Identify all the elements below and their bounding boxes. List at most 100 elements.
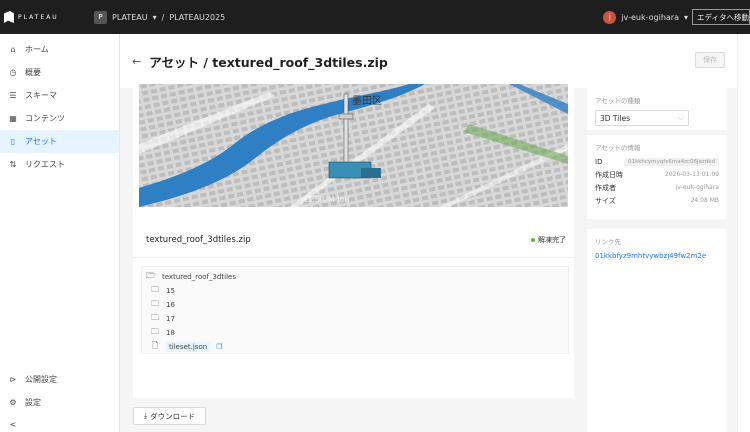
breadcrumb-separator: / [161,12,165,22]
tree-file-label: tileset.json [166,342,211,352]
sidebar-item-label: アセット [25,137,57,146]
tree-folder[interactable]: 🗀 16 [146,298,568,312]
tree-root-label: textured_roof_3dtiles [162,273,236,281]
breadcrumb: PLATEAU ▾ / PLATEAU2025 [112,13,225,22]
info-size-label: サイズ [595,196,616,205]
sidebar-item-settings[interactable]: ⚙ 設定 [0,391,120,414]
sidebar-item-request[interactable]: ⇅ リクエスト [0,153,119,176]
asset-info-card: アセットの情報 ID 01kkhcymyqfx6ma4zc06jazdkd 作成… [587,135,727,219]
copy-icon[interactable]: ❐ [216,343,222,351]
schema-icon: ☰ [9,91,17,100]
right-edge-panel [737,34,750,432]
tree-folder[interactable]: 🗀 15 [146,284,568,298]
info-size-value: 24.08 MB [690,197,719,204]
download-button[interactable]: ⤓ ダウンロード [133,407,206,425]
asset-preview-card: 墨田区 CESIUM ion [133,80,574,244]
linked-item-link[interactable]: 01kkbfyz9mhtvywbzj49fw2m2e [595,252,719,260]
sidebar-item-label: リクエスト [25,160,65,169]
clock-icon: ◷ [9,68,17,77]
info-created-value: 2026-03-13 01:09 [664,171,719,178]
chevron-down-icon: ⌵ [678,113,684,122]
info-creator-value: jv-euk-ogihara [675,184,719,191]
sidebar-item-content[interactable]: ▦ コンテンツ [0,107,119,130]
tree-folder-label: 15 [166,287,175,295]
tower-shape [343,93,349,173]
sidebar-item-label: スキーマ [25,91,57,100]
tree-folder-label: 16 [166,301,175,309]
workspace-selector[interactable]: PLATEAU [112,13,148,22]
gear-icon: ⚙ [9,398,17,407]
back-arrow-icon[interactable]: ← [132,55,141,68]
sidebar-item-home[interactable]: ⌂ ホーム [0,38,119,61]
user-menu[interactable]: j jv-euk-ogihara ▾ [603,10,688,24]
asset-type-value: 3D Tiles [600,113,630,123]
chevron-down-icon[interactable]: ▾ [153,13,157,22]
sidebar-item-label: ホーム [25,45,49,54]
tree-file[interactable]: 🗋 tileset.json ❐ [146,340,568,354]
home-icon: ⌂ [10,45,16,54]
logo-mark-icon [4,11,14,23]
tree-root[interactable]: 🗁 textured_roof_3dtiles [146,270,568,284]
sidebar: ⌂ ホーム ◷ 概要 ☰ スキーマ ▦ コンテンツ ▯ アセット ⇅ リクエスト… [0,34,120,432]
info-created-row: 作成日時 2026-03-13 01:09 [595,168,719,181]
info-created-label: 作成日時 [595,170,623,179]
info-creator-row: 作成者 jv-euk-ogihara [595,181,719,194]
sidebar-item-overview[interactable]: ◷ 概要 [0,61,119,84]
file-icon: 🗋 [151,341,159,350]
tree-folder[interactable]: 🗀 17 [146,312,568,326]
sidebar-item-publish[interactable]: ⊳ 公開設定 [0,368,120,391]
chevron-left-icon: < [9,419,17,429]
sidebar-collapse-button[interactable]: < [0,414,120,432]
main-content: ← アセット / textured_roof_3dtiles.zip 保存 墨田… [120,34,737,432]
tree-folder[interactable]: 🗀 18 [146,326,568,340]
file-name: textured_roof_3dtiles.zip [146,234,251,245]
project-name[interactable]: PLATEAU2025 [169,13,225,22]
info-id-row: ID 01kkhcymyqfx6ma4zc06jazdkd [595,155,719,168]
go-to-editor-button[interactable]: エディタへ移動 [692,9,750,25]
map-place-label: 墨田区 [352,95,382,107]
logo-text: PLATEAU [18,13,59,21]
save-button[interactable]: 保存 [695,52,725,68]
status-text: 解凍完了 [538,235,566,244]
3d-map-viewer[interactable]: 墨田区 CESIUM ion [139,84,568,207]
plateau-logo[interactable]: PLATEAU [4,11,84,23]
sidebar-bottom: ⊳ 公開設定 ⚙ 設定 < [0,368,120,432]
file-structure-card: textured_roof_3dtiles.zip 解凍完了 🗁 texture… [133,222,574,398]
publish-icon: ⊳ [9,375,17,384]
status-dot-icon [531,237,535,242]
sidebar-item-asset[interactable]: ▯ アセット [0,130,119,153]
page-title: アセット / textured_roof_3dtiles.zip [149,54,388,70]
table-icon: ▦ [9,114,17,123]
status-badge: 解凍完了 [531,235,566,245]
file-card-header: textured_roof_3dtiles.zip 解凍完了 [133,222,574,258]
request-icon: ⇅ [9,160,17,169]
user-name: jv-euk-ogihara [621,12,679,22]
avatar: j [603,10,617,24]
folder-icon: 🗀 [151,299,159,308]
asset-type-card: アセットの種類 3D Tiles ⌵ [587,88,727,130]
sidebar-item-label: コンテンツ [25,114,65,123]
info-creator-label: 作成者 [595,183,616,192]
link-card: リンク先 01kkbfyz9mhtvywbzj49fw2m2e [587,229,727,432]
sidebar-item-label: 設定 [25,398,41,407]
asset-type-label: アセットの種類 [595,97,641,105]
folder-icon: 🗀 [151,327,159,336]
chevron-down-icon: ▾ [683,12,688,22]
info-id-label: ID [595,157,603,166]
folder-open-icon: 🗁 [146,271,156,280]
asset-info-label: アセットの情報 [595,144,641,152]
download-icon: ⤓ [143,411,148,420]
file-tree: 🗁 textured_roof_3dtiles 🗀 15 🗀 16 🗀 17 🗀… [141,266,569,354]
top-bar: PLATEAU P PLATEAU ▾ / PLATEAU2025 j jv-e… [0,0,750,34]
folder-icon: 🗀 [151,313,159,322]
workspace-badge: P [94,10,107,24]
sidebar-item-schema[interactable]: ☰ スキーマ [0,84,119,107]
sidebar-item-label: 概要 [25,68,41,77]
asset-id: 01kkhcymyqfx6ma4zc06jazdkd [623,157,719,166]
map-watermark: CESIUM ion [304,195,350,204]
link-label: リンク先 [595,238,621,246]
file-icon: ▯ [10,137,16,146]
download-label: ダウンロード [150,411,196,421]
map-render: 墨田区 CESIUM ion [139,84,568,207]
asset-type-select[interactable]: 3D Tiles ⌵ [595,110,689,126]
